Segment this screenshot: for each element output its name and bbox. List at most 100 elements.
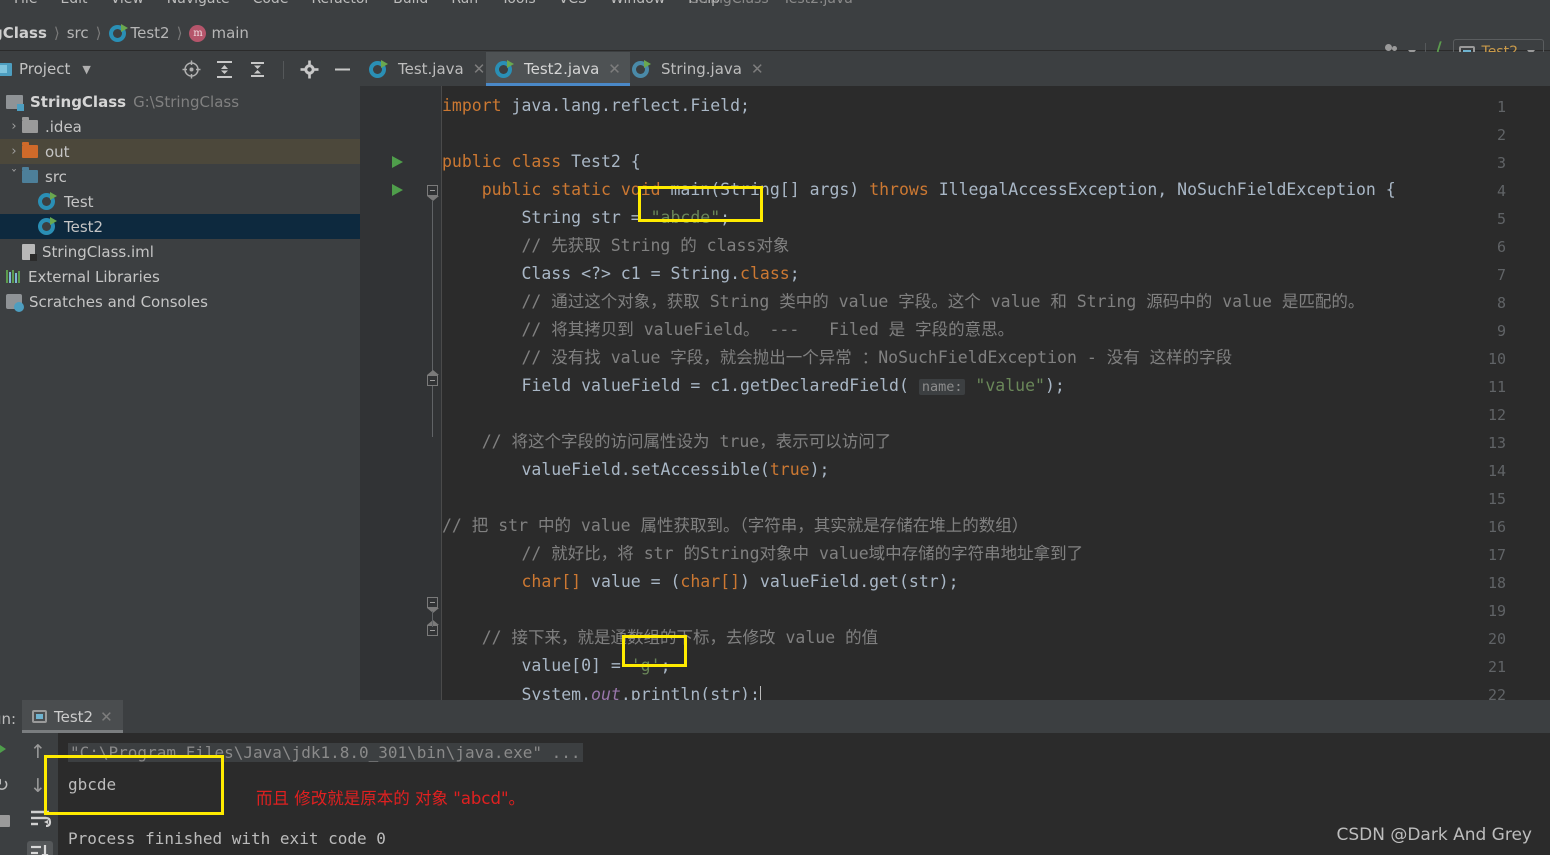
folder-icon	[22, 167, 38, 183]
code-text[interactable]: import java.lang.reflect.Field; public c…	[442, 86, 1550, 700]
console-exit-line: Process finished with exit code 0	[68, 829, 386, 848]
menu-item-code[interactable]: Code	[253, 0, 289, 7]
menu-bar[interactable]: File Edit View Navigate Code Refactor Bu…	[14, 0, 720, 7]
close-icon[interactable]: ✕	[751, 60, 764, 78]
tree-item-label: StringClass.iml	[42, 242, 154, 261]
close-icon[interactable]: ✕	[473, 60, 486, 78]
folder-icon	[22, 117, 38, 133]
menu-item-refactor[interactable]: Refactor	[311, 0, 370, 7]
folder-icon	[22, 142, 38, 158]
tree-item-scratches[interactable]: Scratches and Consoles	[0, 289, 360, 314]
fold-marker[interactable]	[427, 185, 439, 201]
menu-item-run[interactable]: Run	[451, 0, 478, 7]
tree-item-label: Test2	[64, 217, 104, 236]
breadcrumb-method[interactable]: main	[211, 24, 248, 42]
iml-file-icon	[22, 243, 37, 261]
code-line-11: Field valueField = c1.getDeclaredField( …	[442, 376, 1065, 395]
rerun-icon[interactable]	[0, 743, 6, 755]
project-panel-title[interactable]: Project ▼	[0, 60, 91, 78]
menu-item-vcs[interactable]: VCS	[559, 0, 587, 7]
tree-item-out[interactable]: › out	[0, 139, 360, 164]
breadcrumb-class[interactable]: Test2	[131, 24, 170, 42]
fold-marker[interactable]	[427, 597, 439, 613]
code-line-6: // 先获取 String 的 class对象	[442, 236, 790, 255]
breadcrumb-src[interactable]: src	[67, 24, 89, 42]
run-tool-window: un: Test2 ✕ ↻ ↑ ↓	[0, 700, 1550, 855]
module-icon	[6, 94, 24, 111]
run-side-toolbar[interactable]: ↻	[0, 733, 22, 855]
highlight-box-char-assign	[622, 635, 687, 667]
menu-item-window[interactable]: Window	[610, 0, 665, 7]
java-class-icon	[495, 59, 514, 78]
restart-icon[interactable]: ↻	[0, 775, 9, 796]
code-line-10: // 没有找 value 字段，就会抛出一个异常 ：NoSuchFieldExc…	[442, 348, 1233, 367]
scroll-to-end-icon[interactable]	[27, 841, 53, 855]
hide-panel-icon[interactable]	[333, 60, 352, 79]
tree-item-external-libraries[interactable]: External Libraries	[0, 264, 360, 289]
tree-item-iml[interactable]: StringClass.iml	[0, 239, 360, 264]
breadcrumb-project[interactable]: gClass	[0, 24, 47, 42]
menu-item-view[interactable]: View	[111, 0, 144, 7]
code-line-22: System.out.println(str);	[442, 686, 761, 700]
tree-item-test[interactable]: Test	[0, 189, 360, 214]
editor-tab-label: Test.java	[398, 60, 464, 78]
expand-all-icon[interactable]	[215, 60, 234, 79]
code-line-16: // 把 str 中的 value 属性获取到。（字符串，其实就是存储在堆上的数…	[442, 516, 1029, 535]
chevron-right-icon[interactable]: ›	[6, 119, 22, 134]
breadcrumb-separator-icon: ⟩	[53, 24, 60, 42]
project-tree[interactable]: StringClass G:\StringClass › .idea › out…	[0, 86, 360, 700]
gear-icon[interactable]	[300, 60, 319, 79]
highlight-box-console-output	[44, 755, 224, 815]
tree-item-src[interactable]: ˇ src	[0, 164, 360, 189]
code-line-1: import java.lang.reflect.Field;	[442, 96, 750, 115]
code-line-7: Class <?> c1 = String.class;	[442, 264, 800, 283]
run-method-icon[interactable]	[392, 184, 403, 196]
stop-icon[interactable]	[0, 815, 10, 827]
code-line-4: public static void main(String[] args) t…	[442, 180, 1396, 199]
editor-tab-string[interactable]: String.java ✕	[623, 52, 773, 86]
scratches-icon	[6, 294, 24, 312]
code-editor[interactable]: 1 2 3 4 5 6 7 8 9 10 11 12 13 14 15 16 1…	[360, 86, 1550, 700]
tree-item-label: src	[45, 167, 67, 186]
fold-line	[432, 611, 433, 627]
chevron-right-icon[interactable]: ›	[6, 144, 22, 159]
tree-item-project-root[interactable]: StringClass G:\StringClass	[0, 89, 360, 114]
tree-item-label: Scratches and Consoles	[29, 292, 208, 311]
editor-tab-test[interactable]: Test.java ✕	[360, 52, 494, 86]
menu-item-navigate[interactable]: Navigate	[167, 0, 230, 7]
menu-item-build[interactable]: Build	[393, 0, 428, 7]
close-icon[interactable]: ✕	[100, 708, 113, 726]
run-class-icon[interactable]	[392, 156, 403, 168]
editor-tab-test2[interactable]: Test2.java ✕	[486, 52, 630, 86]
code-line-3: public class Test2 {	[442, 152, 641, 171]
project-panel-label: Project	[19, 60, 71, 78]
java-class-icon	[108, 23, 128, 42]
menu-item-edit[interactable]: Edit	[60, 0, 87, 7]
collapse-all-icon[interactable]	[248, 60, 267, 79]
java-class-icon	[369, 59, 388, 78]
breadcrumb-separator-icon: ⟩	[176, 24, 183, 42]
annotation-text: 而且 修改就是原本的 对象 "abcd"。	[256, 789, 526, 808]
code-line-13: // 将这个字段的访问属性设为 true，表示可以访问了	[442, 432, 892, 451]
text-caret	[759, 686, 761, 700]
breadcrumb-separator-icon: ⟩	[95, 24, 102, 42]
run-tool-window-label: un:	[0, 710, 17, 728]
tree-item-label: External Libraries	[28, 267, 160, 286]
breadcrumb[interactable]: gClass ⟩ src ⟩ Test2 ⟩ m main	[0, 23, 249, 42]
fold-marker[interactable]	[427, 370, 439, 386]
tree-item-label: StringClass	[30, 92, 127, 111]
menu-item-file[interactable]: File	[14, 0, 37, 7]
editor-gutter[interactable]	[360, 86, 422, 700]
java-class-icon	[38, 192, 57, 210]
chevron-down-icon[interactable]: ˇ	[6, 169, 22, 184]
run-tab-test2[interactable]: Test2 ✕	[22, 700, 123, 733]
close-icon[interactable]: ✕	[608, 60, 621, 78]
run-config-icon	[32, 710, 47, 723]
editor-tab-bar: Test.java ✕ Test2.java ✕ String.java ✕	[360, 52, 1550, 86]
tree-item-test2[interactable]: Test2	[0, 214, 360, 239]
tree-item-idea[interactable]: › .idea	[0, 114, 360, 139]
chevron-down-icon[interactable]: ▼	[82, 63, 90, 76]
menu-item-tools[interactable]: Tools	[501, 0, 536, 7]
locate-icon[interactable]	[182, 60, 201, 79]
code-line-9: // 将其拷贝到 valueField。 --- Filed 是 字段的意思。	[442, 320, 1015, 339]
